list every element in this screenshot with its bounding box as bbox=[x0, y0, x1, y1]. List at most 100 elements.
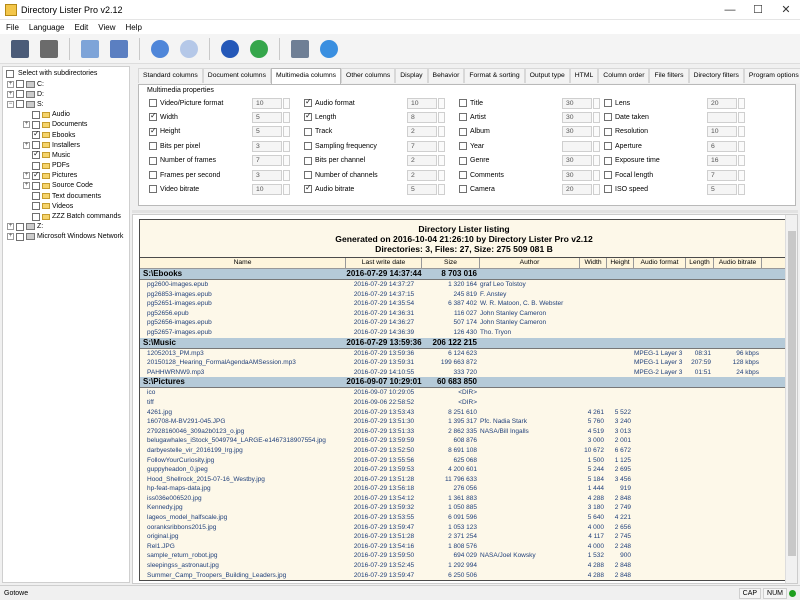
column-width-spinner[interactable] bbox=[738, 155, 745, 167]
column-width-field[interactable]: 8 bbox=[407, 111, 437, 123]
column-width-spinner[interactable] bbox=[738, 111, 745, 123]
property-checkbox[interactable] bbox=[149, 171, 157, 179]
expand-toggle-icon[interactable]: + bbox=[23, 141, 30, 149]
property-checkbox[interactable] bbox=[304, 142, 312, 151]
column-width-field[interactable] bbox=[707, 111, 737, 123]
select-subdirectories-option[interactable]: Select with subdirectories bbox=[3, 68, 129, 79]
copy-button[interactable] bbox=[107, 37, 131, 61]
column-width-spinner[interactable] bbox=[438, 126, 445, 138]
tree-checkbox[interactable] bbox=[32, 110, 40, 119]
tree-checkbox[interactable] bbox=[32, 170, 40, 180]
column-width-spinner[interactable] bbox=[738, 126, 745, 138]
tree-item[interactable]: + Installers bbox=[3, 140, 129, 150]
column-width-spinner[interactable] bbox=[283, 126, 290, 138]
property-checkbox[interactable] bbox=[604, 99, 612, 107]
tree-checkbox[interactable] bbox=[32, 202, 40, 211]
column-width-spinner[interactable] bbox=[593, 169, 600, 181]
property-option[interactable]: Video/Picture format bbox=[149, 97, 223, 109]
menu-view[interactable]: View bbox=[98, 23, 115, 32]
tree-checkbox[interactable] bbox=[32, 120, 40, 129]
maximize-button[interactable]: ☐ bbox=[744, 0, 772, 20]
property-checkbox[interactable] bbox=[459, 142, 467, 151]
column-width-field[interactable]: 30 bbox=[562, 97, 592, 109]
property-checkbox[interactable] bbox=[459, 113, 467, 122]
property-option[interactable]: Focal length bbox=[604, 169, 653, 181]
tab-html[interactable]: HTML bbox=[569, 68, 599, 83]
column-width-field[interactable]: 10 bbox=[707, 126, 737, 138]
basket-button[interactable] bbox=[288, 37, 312, 61]
column-width-spinner[interactable] bbox=[438, 155, 445, 167]
tree-checkbox[interactable] bbox=[32, 192, 40, 201]
property-option[interactable]: Album bbox=[459, 126, 490, 138]
property-option[interactable]: Number of frames bbox=[149, 155, 216, 167]
column-width-spinner[interactable] bbox=[738, 169, 745, 181]
close-button[interactable]: ✕ bbox=[772, 0, 800, 20]
property-option[interactable]: Date taken bbox=[604, 111, 649, 123]
column-width-spinner[interactable] bbox=[283, 155, 290, 167]
property-option[interactable]: Camera bbox=[459, 183, 495, 195]
power-button[interactable] bbox=[317, 37, 341, 61]
column-width-field[interactable]: 30 bbox=[562, 155, 592, 167]
tab-directory-filters[interactable]: Directory filters bbox=[688, 68, 744, 83]
tree-checkbox[interactable] bbox=[32, 181, 40, 190]
column-width-spinner[interactable] bbox=[738, 183, 745, 195]
column-width-spinner[interactable] bbox=[593, 111, 600, 123]
column-width-field[interactable]: 6 bbox=[707, 140, 737, 152]
expand-toggle-icon[interactable]: + bbox=[23, 121, 30, 129]
expand-toggle-icon[interactable]: + bbox=[7, 80, 14, 88]
property-option[interactable]: Width bbox=[149, 111, 178, 123]
column-width-field[interactable]: 5 bbox=[707, 183, 737, 195]
column-width-field[interactable]: 2 bbox=[407, 155, 437, 167]
tree-item[interactable]: + Z: bbox=[3, 222, 129, 232]
column-width-spinner[interactable] bbox=[283, 169, 290, 181]
property-option[interactable]: Track bbox=[304, 126, 332, 138]
select-subdirectories-checkbox[interactable] bbox=[6, 69, 14, 78]
property-option[interactable]: Bits per channel bbox=[304, 155, 365, 167]
column-width-spinner[interactable] bbox=[593, 97, 600, 109]
property-checkbox[interactable] bbox=[459, 127, 467, 136]
tree-checkbox[interactable] bbox=[16, 100, 24, 109]
property-option[interactable]: Frames per second bbox=[149, 169, 220, 181]
column-width-field[interactable]: 7 bbox=[252, 155, 282, 167]
property-option[interactable]: Video bitrate bbox=[149, 183, 199, 195]
column-width-field[interactable]: 20 bbox=[707, 97, 737, 109]
column-width-spinner[interactable] bbox=[593, 126, 600, 138]
column-width-spinner[interactable] bbox=[738, 140, 745, 152]
property-checkbox[interactable] bbox=[304, 97, 312, 107]
tree-checkbox[interactable] bbox=[16, 80, 24, 89]
property-option[interactable]: Sampling frequency bbox=[304, 140, 377, 152]
tree-item[interactable]: Audio bbox=[3, 110, 129, 120]
tab-document-columns[interactable]: Document columns bbox=[202, 68, 271, 83]
column-width-field[interactable]: 30 bbox=[562, 111, 592, 123]
property-checkbox[interactable] bbox=[304, 127, 312, 136]
property-checkbox[interactable] bbox=[459, 99, 467, 107]
column-width-spinner[interactable] bbox=[283, 111, 290, 123]
property-checkbox[interactable] bbox=[304, 156, 312, 165]
tree-item[interactable]: + Source Code bbox=[3, 181, 129, 191]
column-width-spinner[interactable] bbox=[283, 183, 290, 195]
property-option[interactable]: Lens bbox=[604, 97, 630, 109]
column-width-field[interactable]: 5 bbox=[252, 111, 282, 123]
tree-item[interactable]: Videos bbox=[3, 201, 129, 211]
tree-checkbox[interactable] bbox=[16, 90, 24, 99]
menu-edit[interactable]: Edit bbox=[74, 23, 88, 32]
property-option[interactable]: Title bbox=[459, 97, 483, 109]
property-checkbox[interactable] bbox=[149, 126, 157, 136]
menu-help[interactable]: Help bbox=[125, 23, 141, 32]
column-width-field[interactable]: 16 bbox=[707, 155, 737, 167]
property-option[interactable]: Resolution bbox=[604, 126, 648, 138]
property-checkbox[interactable] bbox=[304, 171, 312, 179]
expand-toggle-icon[interactable]: + bbox=[23, 172, 30, 180]
property-checkbox[interactable] bbox=[149, 111, 157, 122]
column-width-field[interactable]: 5 bbox=[407, 183, 437, 195]
column-width-field[interactable]: 2 bbox=[407, 169, 437, 181]
column-width-field[interactable]: 2 bbox=[407, 126, 437, 138]
panel-splitter[interactable] bbox=[132, 210, 798, 213]
vertical-scrollbar[interactable] bbox=[785, 215, 797, 583]
tree-item[interactable]: + Pictures bbox=[3, 170, 129, 181]
property-option[interactable]: Audio bitrate bbox=[304, 183, 354, 195]
column-width-spinner[interactable] bbox=[438, 111, 445, 123]
tab-multimedia-columns[interactable]: Multimedia columns bbox=[270, 68, 342, 84]
tab-format-sorting[interactable]: Format & sorting bbox=[464, 68, 525, 83]
column-width-spinner[interactable] bbox=[438, 183, 445, 195]
